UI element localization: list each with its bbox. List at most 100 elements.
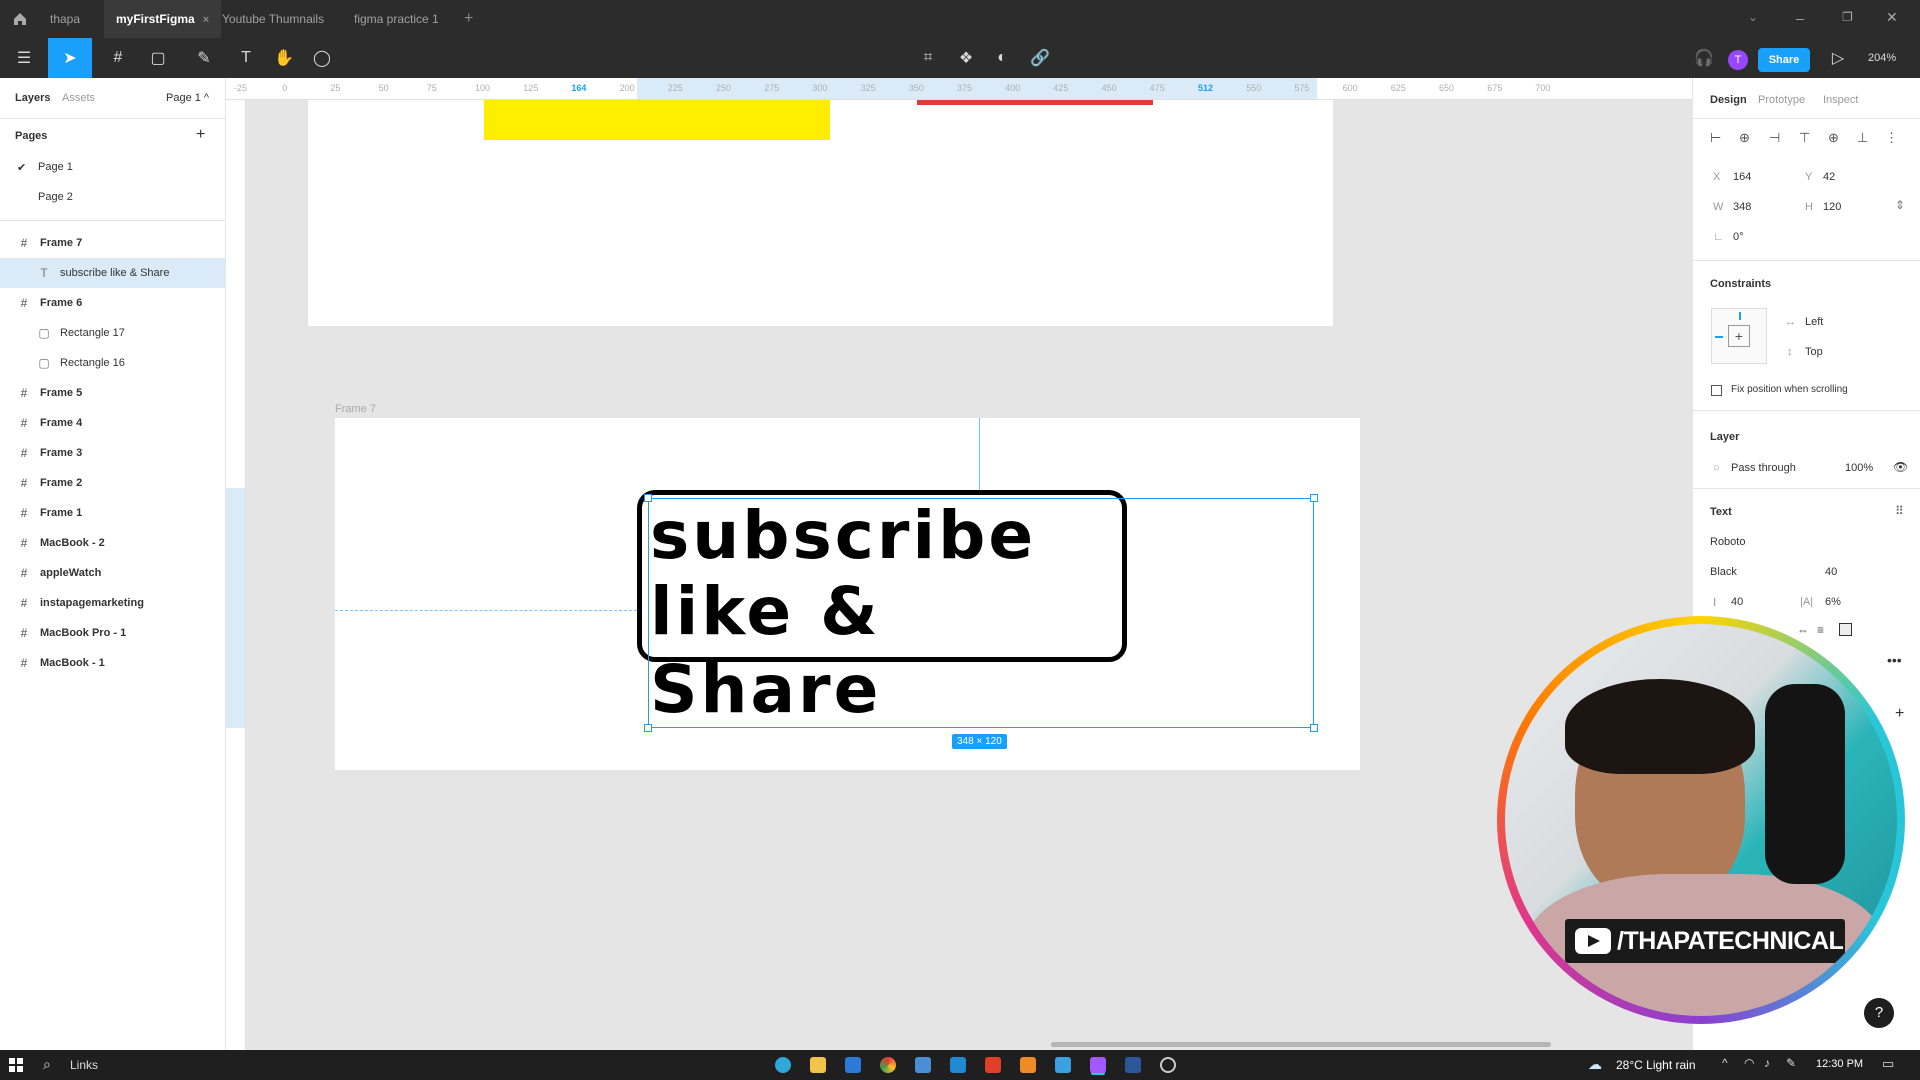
more-options-icon[interactable]: ••• [1887,652,1902,668]
auto-width-icon[interactable]: ⇔ [1797,623,1809,637]
text-tool-icon[interactable]: T [228,38,264,78]
constraint-top-line[interactable] [1739,312,1741,320]
resize-handle-bl[interactable] [644,724,652,732]
selection-bounding-box[interactable] [644,494,1318,732]
rectangle-17[interactable] [917,100,1153,105]
layer-item[interactable]: # MacBook - 2 [0,528,225,558]
tab-figma-practice-1[interactable]: figma practice 1 [342,0,451,38]
search-icon[interactable]: ⌕ [43,1056,51,1073]
layer-item[interactable]: # Frame 5 [0,378,225,408]
chevron-down-icon[interactable]: ⌄ [1748,10,1758,24]
notification-icon[interactable]: ▭ [1882,1056,1894,1072]
align-left-icon[interactable]: ⊢ [1710,130,1721,146]
new-tab-plus-icon[interactable]: + [464,10,473,28]
frame-label[interactable]: Frame 7 [335,403,376,415]
minimize-icon[interactable]: – [1796,10,1804,26]
main-menu-icon[interactable]: ☰ [6,38,42,78]
sublime-icon[interactable] [1020,1057,1036,1073]
page-selector[interactable]: Page 1 ^ [166,92,209,104]
rotation-field[interactable]: 0° [1733,231,1744,243]
canvas[interactable]: Frame 7 subscribe like & Share 348 × 120 [246,100,1692,1050]
align-bottom-icon[interactable]: ⊥ [1857,130,1868,146]
layer-item[interactable]: # appleWatch [0,558,225,588]
notepad-icon[interactable] [1055,1057,1071,1073]
align-center-v-icon[interactable]: ⊕ [1828,130,1839,146]
text-styles-icon[interactable]: ⠿ [1895,504,1904,518]
tab-myfirstfigma[interactable]: myFirstFigma × [104,0,222,38]
layer-item[interactable]: ▢ Rectangle 16 [0,348,225,378]
layer-item[interactable]: # MacBook Pro - 1 [0,618,225,648]
add-effect-icon[interactable]: + [1895,705,1904,723]
layer-item[interactable]: # Frame 6 [0,288,225,318]
font-weight-select[interactable]: Black [1710,566,1737,578]
horizontal-scrollbar[interactable] [1051,1042,1551,1047]
constraint-horizontal-select[interactable]: Left [1805,316,1823,328]
office-icon[interactable] [985,1057,1001,1073]
tab-assets[interactable]: Assets [62,92,95,104]
align-center-h-icon[interactable]: ⊕ [1739,130,1750,146]
hand-tool-icon[interactable]: ✋ [266,38,302,78]
volume-icon[interactable]: ♪ [1764,1056,1770,1070]
visibility-eye-icon[interactable]: 👁 [1893,460,1908,474]
fixed-size-icon[interactable] [1839,623,1852,636]
share-button[interactable]: Share [1758,48,1810,72]
line-height-field[interactable]: 40 [1731,596,1743,608]
letter-spacing-field[interactable]: 6% [1825,596,1841,608]
resize-handle-tr[interactable] [1310,494,1318,502]
chrome-icon[interactable] [880,1057,896,1073]
edge-icon[interactable] [775,1057,791,1073]
layer-item[interactable]: # Frame 3 [0,438,225,468]
clock-app-icon[interactable] [1160,1057,1176,1073]
terminal-icon[interactable] [915,1057,931,1073]
clock-text[interactable]: 12:30 PM [1816,1058,1863,1070]
font-size-field[interactable]: 40 [1825,566,1837,578]
frame-6[interactable] [308,100,1333,326]
align-top-icon[interactable]: ⊤ [1799,130,1810,146]
distribute-icon[interactable]: ⋮ [1885,130,1898,146]
layer-item[interactable]: # Frame 7 [0,228,225,258]
tab-design[interactable]: Design [1710,94,1747,106]
close-tab-icon[interactable]: × [203,14,209,26]
restore-icon[interactable]: ❐ [1842,10,1853,24]
help-icon[interactable]: ? [1864,998,1894,1028]
tray-chevron-icon[interactable]: ^ [1722,1056,1728,1070]
auto-height-icon[interactable]: ≡ [1817,623,1824,637]
frame-tool-icon[interactable]: # [100,38,136,78]
layer-item[interactable]: # instapagemarketing [0,588,225,618]
layer-item[interactable]: ▢ Rectangle 17 [0,318,225,348]
word-icon[interactable] [1125,1057,1141,1073]
comment-tool-icon[interactable]: ◯ [304,38,340,78]
taskbar-search-label[interactable]: Links [70,1058,98,1072]
file-explorer-icon[interactable] [810,1057,826,1073]
layer-item[interactable]: Tsubscribe like & Share [0,258,225,288]
present-play-icon[interactable]: ▷ [1820,38,1856,78]
headphones-icon[interactable]: 🎧 [1686,38,1722,78]
add-page-icon[interactable]: + [196,126,205,144]
pen-tray-icon[interactable]: ✎ [1786,1056,1796,1070]
page-item-page-1[interactable]: Page 1 [38,161,73,173]
layer-item[interactable]: # Frame 1 [0,498,225,528]
constrain-proportions-icon[interactable]: ⇕ [1895,198,1905,212]
home-icon[interactable] [12,11,28,27]
font-family-select[interactable]: Roboto [1710,536,1745,548]
windows-start-icon[interactable] [9,1058,23,1072]
vscode-icon[interactable] [950,1057,966,1073]
pen-tool-icon[interactable]: ✎ [186,38,222,78]
y-field[interactable]: 42 [1823,171,1835,183]
tab-layers[interactable]: Layers [15,92,50,104]
avatar[interactable]: T [1728,50,1748,70]
tab-prototype[interactable]: Prototype [1758,94,1805,106]
figma-icon[interactable] [1090,1057,1106,1073]
constraints-widget[interactable]: + [1711,308,1767,364]
constraint-left-line[interactable] [1715,336,1723,338]
constraint-vertical-select[interactable]: Top [1805,346,1823,358]
shape-tool-icon[interactable]: ▢ [140,38,176,78]
move-tool-icon[interactable]: ➤ [48,38,92,78]
mask-icon[interactable]: ◐ [984,38,1020,78]
frame-7[interactable]: subscribe like & Share 348 × 120 [335,418,1360,770]
page-item-page-2[interactable]: Page 2 [38,191,73,203]
resize-handle-tl[interactable] [644,494,652,502]
rectangle-16[interactable] [484,100,830,140]
layer-item[interactable]: # Frame 2 [0,468,225,498]
close-window-icon[interactable]: ✕ [1886,9,1898,26]
